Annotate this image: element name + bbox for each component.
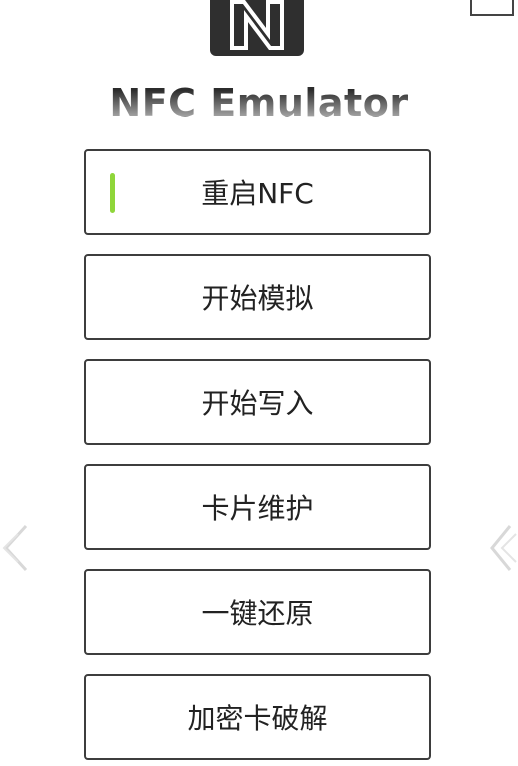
restart-nfc-button[interactable]: 重启NFC <box>84 149 431 235</box>
card-maintenance-label: 卡片维护 <box>201 492 314 525</box>
one-click-restore-label: 一键还原 <box>201 597 314 630</box>
chevron-left-icon[interactable] <box>0 520 30 576</box>
chevron-right-icon[interactable] <box>488 520 518 576</box>
one-click-restore-button[interactable]: 一键还原 <box>84 569 431 655</box>
app-title: NFC Emulator <box>109 81 409 120</box>
restart-nfc-label: 重启NFC <box>201 177 314 210</box>
start-emulation-button[interactable]: 开始模拟 <box>84 254 431 340</box>
card-maintenance-button[interactable]: 卡片维护 <box>84 464 431 550</box>
start-emulation-label: 开始模拟 <box>201 282 314 315</box>
nfc-logo-icon <box>210 0 304 56</box>
active-indicator <box>110 173 115 213</box>
start-write-label: 开始写入 <box>201 387 314 420</box>
crack-encrypted-card-label: 加密卡破解 <box>187 702 328 735</box>
crack-encrypted-card-button[interactable]: 加密卡破解 <box>84 674 431 760</box>
start-write-button[interactable]: 开始写入 <box>84 359 431 445</box>
menu-corner-icon[interactable] <box>470 0 514 16</box>
